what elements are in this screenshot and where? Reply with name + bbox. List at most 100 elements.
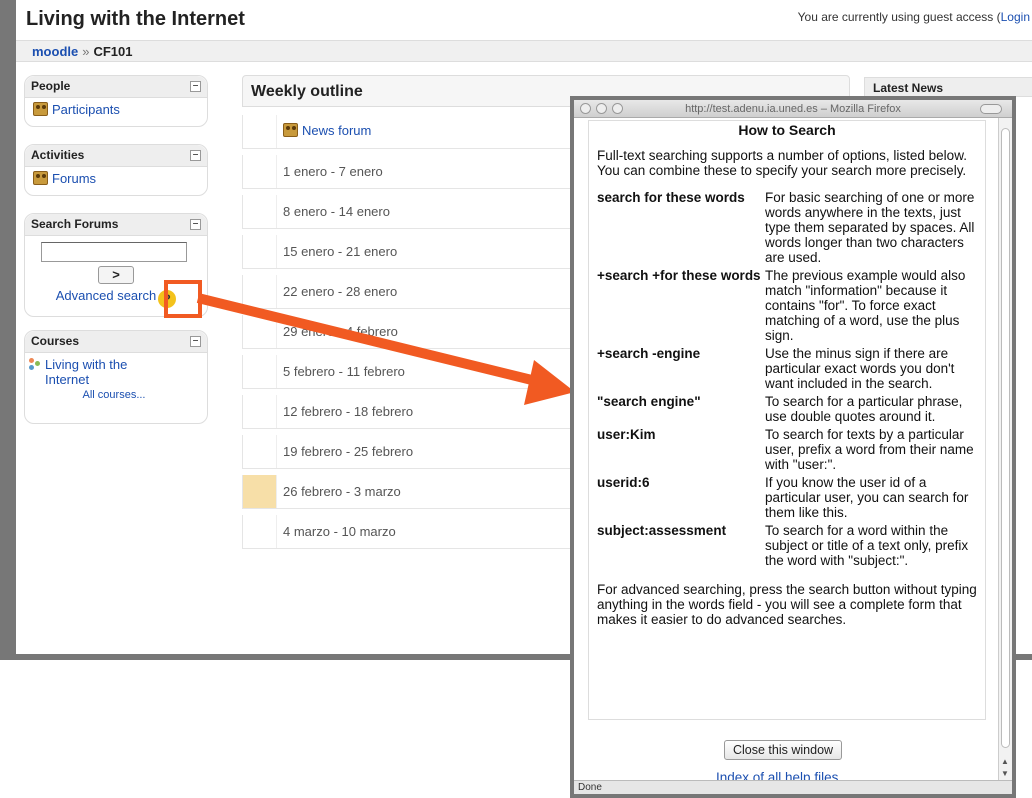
activities-block-title: Activities: [31, 148, 85, 162]
week-date-label: 22 enero - 28 enero: [283, 284, 398, 299]
week-marker: [243, 435, 277, 468]
help-intro: Full-text searching supports a number of…: [597, 148, 967, 178]
course-icon: [29, 358, 41, 370]
week-marker: [243, 195, 277, 228]
activities-collapse-toggle[interactable]: –: [190, 150, 201, 161]
help-outro: For advanced searching, press the search…: [597, 582, 977, 627]
activities-block-header: Activities –: [25, 145, 207, 167]
week-date-label: 26 febrero - 3 marzo: [283, 484, 401, 499]
week-date-label: 12 febrero - 18 febrero: [283, 404, 414, 419]
week-date-label: 15 enero - 21 enero: [283, 244, 398, 259]
week-marker: [243, 275, 277, 308]
week-date-label: 4 marzo - 10 marzo: [283, 524, 396, 539]
help-description: To search for texts by a particular user…: [765, 427, 974, 472]
scroll-down-icon[interactable]: ▼: [1001, 769, 1009, 778]
participants-icon: [33, 102, 48, 116]
news-forum-icon: [283, 123, 298, 137]
search-go-button[interactable]: >: [98, 266, 134, 284]
breadcrumb: moodle » CF101: [32, 44, 133, 59]
help-syntax: user:Kim: [597, 427, 656, 442]
help-description: To search for a particular phrase, use d…: [765, 394, 963, 424]
news-forum-link[interactable]: News forum: [302, 123, 371, 138]
status-bar: Done: [574, 780, 1012, 794]
help-syntax: +search +for these words: [597, 268, 761, 283]
activities-block: Activities – Forums: [24, 144, 208, 196]
week-date-label: 1 enero - 7 enero: [283, 164, 383, 179]
help-row: "search engine" To search for a particula…: [597, 394, 977, 424]
search-forums-input[interactable]: [41, 242, 187, 262]
scrollbar-thumb[interactable]: [1001, 128, 1010, 748]
week-date-label: 5 febrero - 11 febrero: [283, 364, 405, 379]
help-row: user:Kim To search for texts by a particu…: [597, 427, 977, 472]
popup-url: http://test.adenu.ia.uned.es – Mozilla F…: [685, 103, 901, 115]
week-marker: [243, 395, 277, 428]
popup-scrollbar[interactable]: ▲ ▼: [998, 118, 1012, 780]
advanced-search-link[interactable]: Advanced search: [56, 288, 156, 303]
search-forums-block-title: Search Forums: [31, 217, 119, 231]
week-date-label: 8 enero - 14 enero: [283, 204, 390, 219]
close-window-button[interactable]: Close this window: [724, 740, 843, 760]
help-description: The previous example would also match "i…: [765, 268, 966, 343]
help-description: For basic searching of one or more words…: [765, 190, 975, 265]
help-syntax: "search engine": [597, 394, 701, 409]
help-row: subject:assessment To search for a word w…: [597, 523, 977, 568]
courses-collapse-toggle[interactable]: –: [190, 336, 201, 347]
help-syntax: userid:6: [597, 475, 650, 490]
forums-link[interactable]: Forums: [52, 171, 96, 186]
login-link[interactable]: Login: [1001, 10, 1030, 24]
people-collapse-toggle[interactable]: –: [190, 81, 201, 92]
help-icon-highlight: [164, 280, 202, 318]
scroll-up-icon[interactable]: ▲: [1001, 757, 1009, 766]
header: Living with the Internet You are current…: [16, 0, 1032, 62]
index-help-files-link[interactable]: Index of all help files: [716, 770, 838, 780]
search-forums-collapse-toggle[interactable]: –: [190, 219, 201, 230]
search-forums-block-header: Search Forums –: [25, 214, 207, 236]
people-block-title: People: [31, 79, 71, 93]
week-marker: [243, 355, 277, 388]
toolbar-toggle-icon[interactable]: [980, 104, 1002, 114]
help-popup-window: http://test.adenu.ia.uned.es – Mozilla F…: [570, 96, 1016, 798]
courses-block-title: Courses: [31, 334, 80, 348]
login-info: You are currently using guest access (Lo…: [798, 10, 1030, 24]
help-row: +search +for these words The previous exa…: [597, 268, 977, 343]
help-row: userid:6 If you know the user id of a par…: [597, 475, 977, 520]
courses-block: Courses – Living with the Internet All co…: [24, 330, 208, 424]
forums-icon: [33, 171, 48, 185]
week-marker: [243, 515, 277, 548]
week-marker: [243, 155, 277, 188]
help-row: +search -engine Use the minus sign if the…: [597, 346, 977, 391]
all-courses-link[interactable]: All courses...: [83, 389, 146, 401]
help-box: How to Search Full-text searching suppor…: [588, 120, 986, 720]
window-close-icon[interactable]: [580, 103, 591, 114]
window-zoom-icon[interactable]: [612, 103, 623, 114]
people-block: People – Participants: [24, 75, 208, 127]
help-syntax: search for these words: [597, 190, 745, 205]
popup-titlebar: http://test.adenu.ia.uned.es – Mozilla F…: [574, 100, 1012, 118]
help-heading: How to Search: [738, 122, 836, 138]
help-syntax: subject:assessment: [597, 523, 727, 538]
help-description: If you know the user id of a particular …: [765, 475, 969, 520]
login-info-text: You are currently using guest access (: [797, 10, 1001, 24]
latest-news-title: Latest News: [873, 81, 944, 95]
breadcrumb-bar: moodle » CF101: [16, 40, 1032, 62]
week-marker: [243, 315, 277, 348]
participants-link[interactable]: Participants: [52, 102, 120, 117]
people-block-header: People –: [25, 76, 207, 98]
popup-content: How to Search Full-text searching suppor…: [574, 118, 998, 780]
help-description: Use the minus sign if there are particul…: [765, 346, 955, 391]
breadcrumb-home-link[interactable]: moodle: [32, 44, 78, 59]
week-date-label: 29 enero - 4 febrero: [283, 324, 398, 339]
help-row: search for these words For basic searchin…: [597, 190, 977, 265]
help-description: To search for a word within the subject …: [765, 523, 969, 568]
latest-news-block-header: Latest News–: [864, 77, 1032, 97]
site-title: Living with the Internet: [26, 8, 245, 30]
breadcrumb-separator: »: [82, 44, 90, 59]
week-date-label: 19 febrero - 25 febrero: [283, 444, 414, 459]
courses-block-header: Courses –: [25, 331, 207, 353]
week-marker: [243, 235, 277, 268]
window-minimize-icon[interactable]: [596, 103, 607, 114]
breadcrumb-course: CF101: [93, 44, 133, 59]
week-marker: [243, 475, 277, 508]
help-syntax: +search -engine: [597, 346, 701, 361]
course-link[interactable]: Living with the Internet: [45, 357, 155, 387]
